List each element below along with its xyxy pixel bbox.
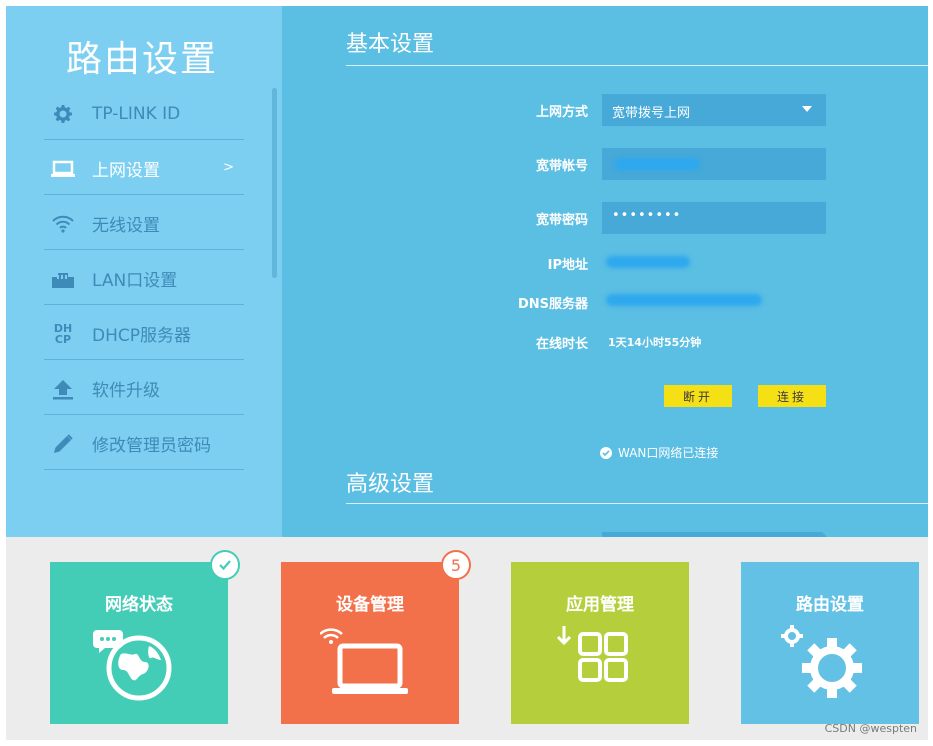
apps-grid-icon <box>550 624 650 704</box>
main-panel: 基本设置 上网方式 宽带拨号上网 宽带帐号 宽带密码 •••••••• IP地址… <box>282 6 928 537</box>
sidebar-item-label: 上网设置 <box>92 161 160 181</box>
sidebar-item-tplink-id[interactable]: TP-LINK ID <box>44 88 244 140</box>
conn-type-label: 上网方式 <box>535 105 588 120</box>
tile-app-management[interactable]: 应用管理 <box>511 562 689 724</box>
laptop-icon <box>49 155 77 183</box>
sidebar-title: 路由设置 <box>66 39 219 80</box>
bottom-nav: 网络状态 设备管理 5 应用管理 路由设置 <box>6 537 928 740</box>
sidebar-item-label: 修改管理员密码 <box>92 436 211 456</box>
password-label: 宽带密码 <box>535 213 588 228</box>
laptop-wifi-icon <box>319 624 420 704</box>
disconnect-button[interactable]: 断开 <box>664 385 732 407</box>
account-label: 宽带帐号 <box>535 159 588 174</box>
sidebar-item-label: TP-LINK ID <box>92 103 181 124</box>
tile-network-status[interactable]: 网络状态 <box>50 550 240 724</box>
advanced-settings-title: 高级设置 <box>346 472 435 497</box>
sidebar-item-label: LAN口设置 <box>92 271 178 291</box>
account-input[interactable] <box>602 148 826 180</box>
sidebar-item-label: 软件升级 <box>92 381 160 401</box>
tile-label: 网络状态 <box>105 595 173 615</box>
lan-port-icon <box>49 265 77 293</box>
tile-label: 应用管理 <box>566 595 634 615</box>
device-count-badge: 5 <box>441 550 471 580</box>
check-icon <box>210 550 240 580</box>
sidebar-item-admin-password[interactable]: 修改管理员密码 <box>44 418 244 470</box>
sidebar-item-label: 无线设置 <box>92 216 160 236</box>
sidebar-item-wireless[interactable]: 无线设置 <box>44 198 244 250</box>
tile-label: 设备管理 <box>336 595 404 615</box>
sidebar: 路由设置 TP-LINK ID 上网设置 > 无线设置 LAN口设置 DH CP… <box>6 6 282 537</box>
section-divider <box>346 65 928 66</box>
ip-label: IP地址 <box>547 258 588 273</box>
sidebar-item-internet[interactable]: 上网设置 > <box>44 143 244 195</box>
connect-button[interactable]: 连接 <box>758 385 826 407</box>
redacted-account <box>614 158 700 170</box>
pencil-icon <box>49 430 77 458</box>
basic-settings-title: 基本设置 <box>346 32 435 57</box>
password-value: •••••••• <box>612 208 682 223</box>
router-admin-page: 路由设置 TP-LINK ID 上网设置 > 无线设置 LAN口设置 DH CP… <box>0 0 933 746</box>
password-input[interactable]: •••••••• <box>602 202 826 234</box>
uptime-value: 1天14小时55分钟 <box>608 336 702 349</box>
conn-type-select[interactable]: 宽带拨号上网 <box>602 94 826 126</box>
sidebar-item-label: DHCP服务器 <box>92 326 191 346</box>
wan-status: WAN口网络已连接 <box>600 444 718 461</box>
sidebar-item-firmware[interactable]: 软件升级 <box>44 363 244 415</box>
check-circle-icon <box>600 446 612 459</box>
uptime-label: 在线时长 <box>535 337 588 352</box>
wifi-icon <box>49 210 77 238</box>
dhcp-icon: DH CP <box>53 321 77 346</box>
watermark: CSDN @wespten <box>824 722 917 735</box>
chevron-right-icon: > <box>223 160 234 175</box>
gear-icon <box>49 100 77 128</box>
wan-status-text: WAN口网络已连接 <box>618 446 719 460</box>
sidebar-item-lan[interactable]: LAN口设置 <box>44 253 244 305</box>
conn-type-value: 宽带拨号上网 <box>612 106 691 121</box>
redacted-dns <box>606 294 762 306</box>
tile-router-settings[interactable]: 路由设置 <box>741 562 919 724</box>
upload-icon <box>49 375 77 403</box>
gears-icon <box>780 624 880 704</box>
sidebar-item-dhcp[interactable]: DH CP DHCP服务器 <box>44 308 244 360</box>
section-divider <box>346 503 928 504</box>
tile-device-management[interactable]: 设备管理 5 <box>281 550 471 724</box>
globe-chat-icon <box>89 624 189 704</box>
chevron-down-icon <box>802 106 812 112</box>
dns-label: DNS服务器 <box>517 297 588 312</box>
tile-label: 路由设置 <box>796 595 864 615</box>
sidebar-scrollbar[interactable] <box>272 88 277 278</box>
redacted-ip <box>606 256 690 268</box>
